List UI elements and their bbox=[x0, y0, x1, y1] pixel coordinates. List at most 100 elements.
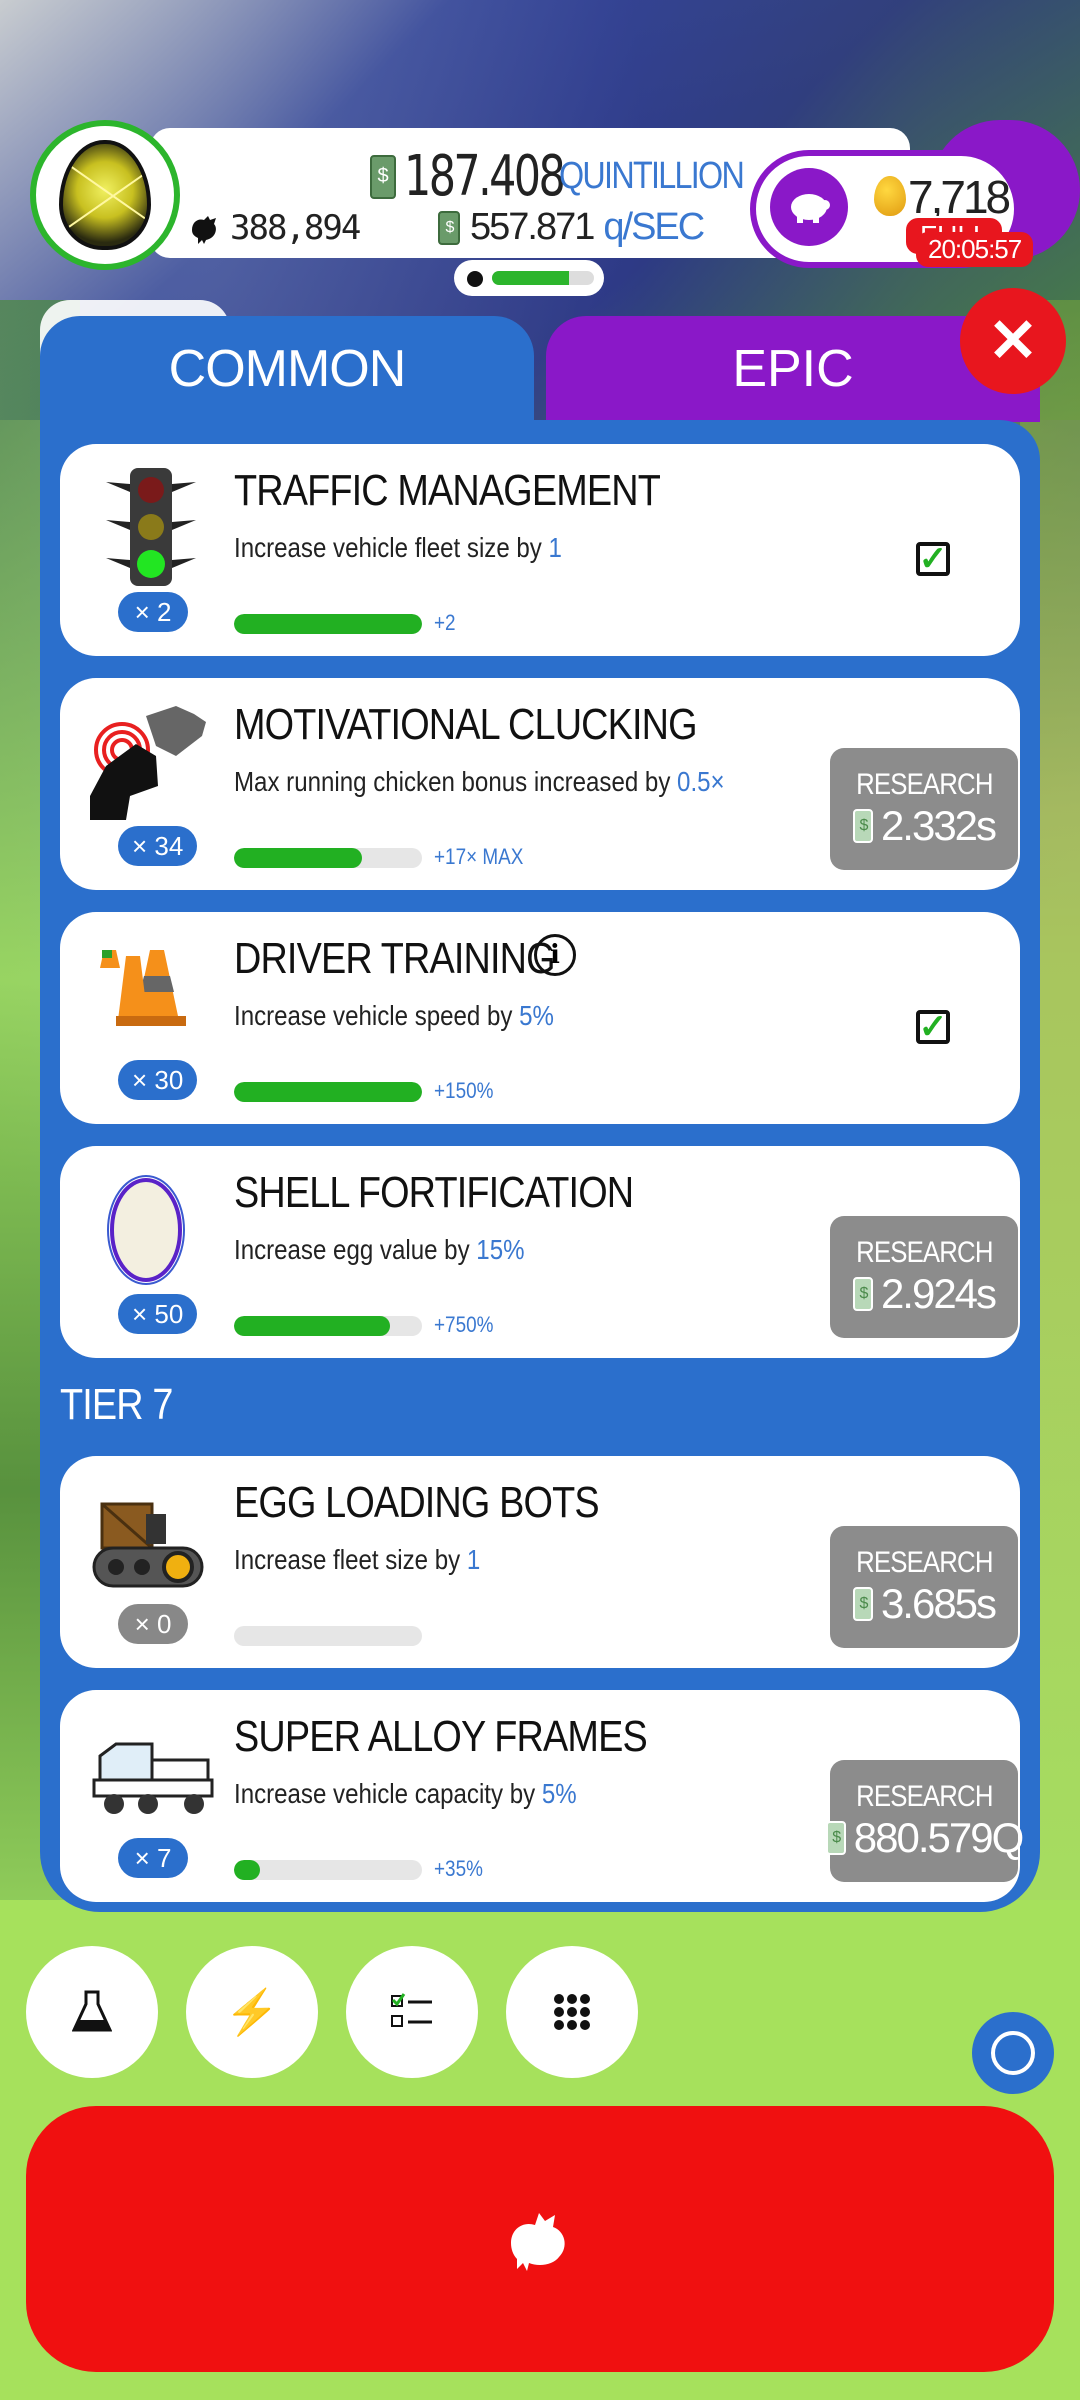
checkmark-icon: ✓ bbox=[916, 1008, 950, 1046]
research-cost: $2.332s bbox=[852, 802, 997, 850]
hatch-chicken-button[interactable] bbox=[26, 2106, 1054, 2372]
multiplier-badge: × 0 bbox=[118, 1604, 188, 1644]
cash-icon: $ bbox=[852, 1277, 873, 1311]
research-progress bbox=[234, 848, 422, 868]
hatchery-progress bbox=[454, 260, 604, 296]
research-progress bbox=[234, 1860, 422, 1880]
piggy-bank-icon bbox=[791, 194, 830, 223]
glowing-egg-icon bbox=[59, 140, 151, 250]
piggy-timer: 20:05:57 bbox=[916, 232, 1034, 267]
desc-text: Increase fleet size by bbox=[234, 1544, 461, 1575]
research-lab-button[interactable] bbox=[26, 1946, 158, 2078]
chicken-icon bbox=[511, 2213, 565, 2271]
cash-icon: $ bbox=[825, 1821, 846, 1855]
rate-value: 557.871 bbox=[470, 206, 595, 248]
chicken-count: 388,894 bbox=[188, 208, 361, 248]
research-button-label: RESEARCH bbox=[855, 1236, 993, 1269]
chicken-icon bbox=[192, 216, 216, 244]
cash-icon: $ bbox=[852, 809, 873, 843]
research-button[interactable]: RESEARCH $2.924s bbox=[830, 1216, 1018, 1338]
research-description: Increase vehicle fleet size by 1 bbox=[234, 532, 562, 564]
earning-rate: $ 557.871 q/SEC bbox=[438, 206, 705, 249]
desc-text: Increase egg value by bbox=[234, 1234, 470, 1265]
research-cost-value: 2.332s bbox=[880, 802, 997, 849]
top-hud: 388,894 $ 187.408 QUINTILLION $ 557.871 … bbox=[30, 120, 1080, 296]
chick-icon bbox=[467, 271, 483, 287]
multiplier-badge: × 7 bbox=[118, 1838, 188, 1878]
egg-type-button[interactable] bbox=[30, 120, 180, 270]
close-icon: ✕ bbox=[987, 307, 1039, 374]
close-button[interactable]: ✕ bbox=[960, 288, 1066, 394]
desc-value: 1 bbox=[548, 532, 562, 563]
research-button-label: RESEARCH bbox=[855, 768, 993, 801]
traffic-cones-icon bbox=[100, 950, 186, 1026]
egg-icon bbox=[107, 1175, 185, 1285]
tier-label: TIER 7 bbox=[60, 1380, 173, 1429]
cash-icon: $ bbox=[438, 210, 460, 245]
cash-icon: $ bbox=[370, 154, 396, 199]
cash-icon: $ bbox=[852, 1587, 873, 1621]
research-button[interactable]: RESEARCH $880.579Q bbox=[825, 1760, 1024, 1882]
research-card[interactable]: × 30 DRIVER TRAINING i Increase vehicle … bbox=[60, 912, 1020, 1124]
research-cost-value: 3.685s bbox=[880, 1580, 997, 1627]
ring-icon bbox=[991, 2031, 1035, 2075]
research-bonus: +2 bbox=[434, 610, 456, 635]
menu-grid-button[interactable] bbox=[506, 1946, 638, 2078]
research-description: Increase egg value by 15% bbox=[234, 1234, 525, 1266]
lightning-icon: ⚡ bbox=[224, 1988, 280, 2037]
chicken-count-value: 388,894 bbox=[230, 208, 361, 248]
research-button[interactable]: RESEARCH $2.332s bbox=[830, 748, 1018, 870]
multiplier-badge: × 50 bbox=[118, 1294, 198, 1334]
tab-common[interactable]: COMMON bbox=[40, 316, 534, 422]
research-progress-fill bbox=[234, 614, 422, 634]
loading-bot-icon bbox=[92, 1502, 204, 1588]
research-progress bbox=[234, 1082, 422, 1102]
multiplier-badge: × 30 bbox=[118, 1060, 198, 1100]
money-value: 187.408 bbox=[404, 144, 566, 209]
research-description: Increase vehicle speed by 5% bbox=[234, 1000, 554, 1032]
checkmark-icon: ✓ bbox=[916, 540, 950, 578]
desc-text: Increase vehicle capacity by bbox=[234, 1778, 536, 1809]
research-progress-fill bbox=[234, 848, 362, 868]
desc-value: 5% bbox=[541, 1778, 577, 1809]
research-cost: $3.685s bbox=[852, 1580, 997, 1628]
research-progress bbox=[234, 1626, 422, 1646]
research-button[interactable]: RESEARCH $3.685s bbox=[830, 1526, 1018, 1648]
desc-value: 1 bbox=[466, 1544, 481, 1575]
research-cost-value: 2.924s bbox=[880, 1270, 997, 1317]
research-title: DRIVER TRAINING bbox=[234, 934, 556, 983]
research-card[interactable]: × 2 TRAFFIC MANAGEMENT Increase vehicle … bbox=[60, 444, 1020, 656]
research-panel[interactable]: × 2 TRAFFIC MANAGEMENT Increase vehicle … bbox=[40, 420, 1040, 1912]
research-bonus: +150% bbox=[434, 1078, 494, 1103]
research-card[interactable]: × 50 SHELL FORTIFICATION Increase egg va… bbox=[60, 1146, 1020, 1358]
research-description: Increase vehicle capacity by 5% bbox=[234, 1778, 577, 1810]
research-button-label: RESEARCH bbox=[855, 1546, 993, 1579]
traffic-light-icon bbox=[106, 468, 196, 586]
research-cost: $2.924s bbox=[852, 1270, 997, 1318]
research-card[interactable]: × 7 SUPER ALLOY FRAMES Increase vehicle … bbox=[60, 1690, 1024, 1902]
research-progress bbox=[234, 614, 422, 634]
research-cost: $880.579Q bbox=[825, 1814, 1024, 1862]
desc-value: 15% bbox=[476, 1234, 525, 1265]
missions-button[interactable] bbox=[346, 1946, 478, 2078]
research-description: Max running chicken bonus increased by 0… bbox=[234, 766, 725, 798]
research-progress-fill bbox=[234, 1082, 422, 1102]
research-cost-value: 880.579Q bbox=[853, 1814, 1024, 1861]
golden-egg-icon bbox=[874, 176, 906, 216]
piggy-bank-button[interactable] bbox=[770, 168, 848, 246]
desc-value: 5% bbox=[519, 1000, 554, 1031]
boosts-button[interactable]: ⚡ bbox=[186, 1946, 318, 2078]
grid-icon bbox=[554, 1994, 590, 2030]
overlay-toggle-button[interactable] bbox=[972, 2012, 1054, 2094]
research-card[interactable]: × 0 EGG LOADING BOTS Increase fleet size… bbox=[60, 1456, 1020, 1668]
research-title: MOTIVATIONAL CLUCKING bbox=[234, 700, 698, 749]
multiplier-badge: × 34 bbox=[118, 826, 198, 866]
info-icon[interactable]: i bbox=[534, 934, 576, 976]
research-card[interactable]: × 34 MOTIVATIONAL CLUCKING Max running c… bbox=[60, 678, 1020, 890]
multiplier-badge: × 2 bbox=[118, 592, 188, 632]
money-unit: QUINTILLION bbox=[559, 155, 745, 197]
rate-unit: q/SEC bbox=[603, 206, 705, 248]
checklist-icon bbox=[391, 1993, 432, 2027]
hatchery-progress-fill bbox=[492, 271, 569, 285]
truck-frame-icon bbox=[92, 1742, 214, 1814]
